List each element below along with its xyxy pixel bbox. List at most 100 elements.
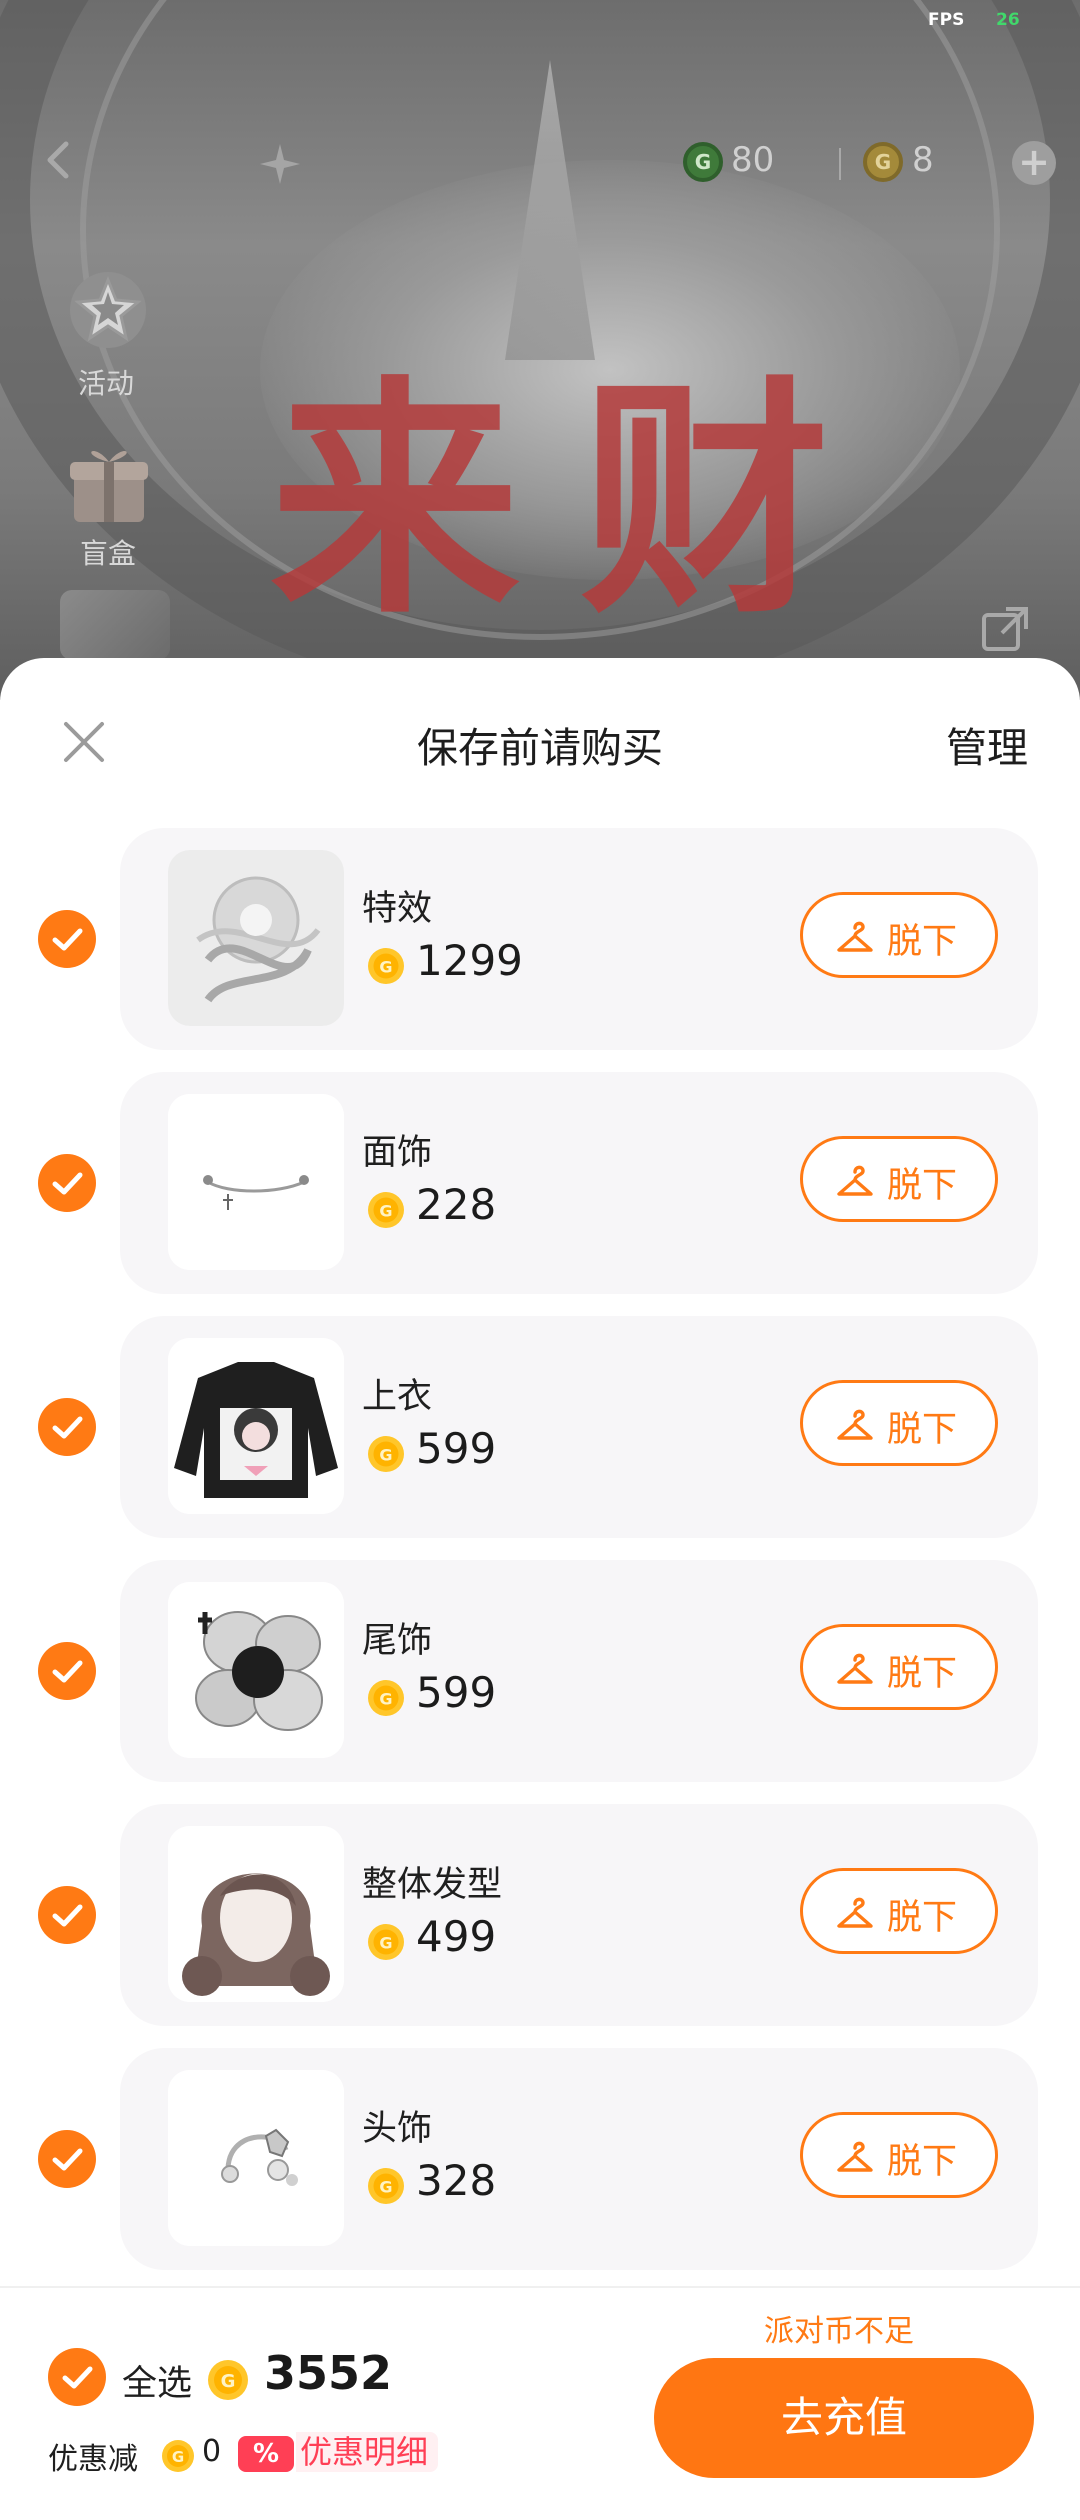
item-name: 面饰: [362, 1133, 433, 1173]
item-price: 1299: [416, 936, 523, 985]
gold-coin-icon: G: [863, 142, 903, 182]
banner-calligraphy: 来财: [270, 353, 890, 647]
discount-value: 0: [202, 2434, 222, 2469]
avatar-thumbnail[interactable]: [60, 590, 170, 660]
item-thumbnail: [168, 850, 344, 1026]
item-card: 面饰 G 228 脱下: [120, 1072, 1038, 1294]
item-name: 整体发型: [362, 1865, 503, 1905]
svg-text:G: G: [379, 1690, 392, 1709]
sparkle-icon: [260, 144, 300, 184]
svg-text:G: G: [379, 1202, 392, 1221]
item-card: 头饰 G 328 脱下: [120, 2048, 1038, 2270]
fps-label: FPS: [928, 10, 965, 30]
green-coin-icon: G: [683, 142, 723, 182]
hanger-icon: [837, 2141, 873, 2172]
item-card: 上衣 G 599 脱下: [120, 1316, 1038, 1538]
take-off-button[interactable]: 脱下: [800, 1624, 998, 1710]
hanger-icon: [837, 1165, 873, 1196]
svg-text:G: G: [221, 2371, 236, 2392]
take-off-button[interactable]: 脱下: [800, 1380, 998, 1466]
item-thumbnail: [168, 1582, 344, 1758]
coin-icon: G: [368, 1436, 404, 1472]
item-price: 328: [416, 2156, 497, 2205]
total-price: 3552: [264, 2346, 393, 2400]
take-off-button[interactable]: 脱下: [800, 2112, 998, 2198]
check-icon: [52, 1416, 83, 1439]
item-name: 上衣: [362, 1377, 433, 1417]
svg-text:G: G: [379, 1934, 392, 1953]
add-currency-icon[interactable]: +: [1012, 141, 1056, 185]
recharge-button[interactable]: 去充值: [654, 2358, 1034, 2478]
check-icon: [52, 1660, 83, 1683]
item-price: 499: [416, 1912, 497, 1961]
item-checkbox[interactable]: [38, 1886, 96, 1944]
item-thumbnail: [168, 1826, 344, 2002]
check-icon: [52, 928, 83, 951]
item-price: 599: [416, 1668, 497, 1717]
coin-icon: G: [368, 1192, 404, 1228]
item-checkbox[interactable]: [38, 1154, 96, 1212]
take-off-label: 脱下: [887, 1166, 958, 1206]
select-all-label[interactable]: 全选: [122, 2355, 192, 2406]
hanger-icon: [837, 1409, 873, 1440]
item-card: 整体发型 G 499 脱下: [120, 1804, 1038, 2026]
take-off-button[interactable]: 脱下: [800, 1868, 998, 1954]
item-card: 尾饰 G 599 脱下: [120, 1560, 1038, 1782]
back-icon[interactable]: [40, 140, 80, 180]
coin-icon: G: [368, 948, 404, 984]
footer-divider: [0, 2286, 1080, 2288]
item-price: 228: [416, 1180, 497, 1229]
coin-icon: G: [162, 2440, 194, 2472]
green-coin-balance: 80: [731, 140, 775, 180]
item-checkbox[interactable]: [38, 910, 96, 968]
share-icon[interactable]: [980, 605, 1030, 655]
item-checkbox[interactable]: [38, 1398, 96, 1456]
item-card: 特效 G 1299 脱下: [120, 828, 1038, 1050]
discount-percent-icon[interactable]: %: [238, 2436, 294, 2472]
check-icon: [52, 2148, 83, 2171]
coin-icon: G: [368, 1924, 404, 1960]
item-checkbox[interactable]: [38, 1642, 96, 1700]
take-off-label: 脱下: [887, 2142, 958, 2182]
manage-button[interactable]: 管理: [946, 714, 1028, 774]
item-checkbox[interactable]: [38, 2130, 96, 2188]
sheet-title: 保存前请购买: [417, 724, 663, 772]
item-thumbnail: [168, 2070, 344, 2246]
gold-coin-balance: 8: [912, 140, 934, 180]
fps-value: 26: [996, 10, 1020, 30]
take-off-label: 脱下: [887, 1898, 958, 1938]
item-thumbnail: [168, 1094, 344, 1270]
take-off-button[interactable]: 脱下: [800, 1136, 998, 1222]
activity-label[interactable]: 活动: [78, 362, 134, 402]
check-icon: [52, 1172, 83, 1195]
take-off-button[interactable]: 脱下: [800, 892, 998, 978]
select-all-checkbox[interactable]: [48, 2348, 106, 2406]
take-off-label: 脱下: [887, 922, 958, 962]
item-price: 599: [416, 1424, 497, 1473]
hanger-icon: [837, 921, 873, 952]
coin-icon: G: [208, 2360, 248, 2400]
gift-box-icon[interactable]: [64, 440, 154, 526]
item-thumbnail: [168, 1338, 344, 1514]
svg-text:G: G: [379, 1446, 392, 1465]
item-name: 头饰: [362, 2109, 433, 2149]
activity-star-icon[interactable]: [58, 258, 158, 358]
item-name: 尾饰: [362, 1621, 433, 1661]
svg-text:G: G: [172, 2448, 184, 2466]
hanger-icon: [837, 1653, 873, 1684]
coin-icon: G: [368, 1680, 404, 1716]
currency-divider: [839, 148, 841, 180]
check-icon: [52, 1904, 83, 1927]
discount-label: 优惠减: [48, 2442, 138, 2477]
take-off-label: 脱下: [887, 1410, 958, 1450]
item-name: 特效: [362, 889, 433, 929]
discount-detail-link[interactable]: 优惠明细: [296, 2432, 439, 2472]
insufficient-balance-notice: 派对币不足: [764, 2314, 914, 2349]
check-icon: [62, 2366, 93, 2389]
take-off-label: 脱下: [887, 1654, 958, 1694]
coin-icon: G: [368, 2168, 404, 2204]
hanger-icon: [837, 1897, 873, 1928]
blindbox-label[interactable]: 盲盒: [80, 532, 136, 572]
page: 来财 FPS 26 G 80 G 8 + 活动 盲盒 保存前请购买 管理 特效 G…: [0, 0, 1080, 2520]
svg-text:G: G: [379, 958, 392, 977]
